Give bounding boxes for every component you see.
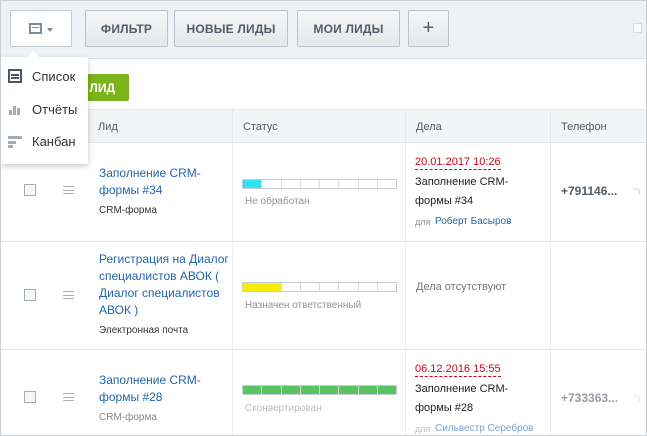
lead-source: CRM-форма (99, 205, 157, 216)
call-icon[interactable] (632, 188, 640, 196)
deal-responsible-link[interactable]: Роберт Басыров (435, 216, 511, 227)
status-segment[interactable] (243, 283, 263, 291)
status-progress-bar[interactable] (242, 385, 397, 395)
menu-item-label: Канбан (32, 134, 76, 149)
row-checkbox[interactable] (24, 289, 36, 301)
deal-for-label: для (415, 217, 431, 227)
lead-source: CRM-форма (99, 412, 157, 423)
drag-handle-icon[interactable] (63, 186, 74, 194)
drag-handle-icon[interactable] (63, 291, 74, 299)
view-mode-menu: Список Отчёты Канбан (1, 51, 88, 164)
row-checkbox[interactable] (24, 391, 36, 403)
status-segment[interactable] (320, 283, 340, 291)
deal-responsible-link[interactable]: Сильвестр Серебров (435, 423, 534, 434)
status-segment[interactable] (262, 283, 282, 291)
status-segment[interactable] (339, 386, 359, 394)
status-segment[interactable] (377, 386, 396, 394)
add-lead-button[interactable]: ЛИД (81, 74, 129, 101)
status-segment[interactable] (282, 283, 301, 291)
status-segment[interactable] (243, 386, 263, 394)
leads-panel: ЛИД Лид Статус Дела Телефон Заполнение C… (1, 58, 646, 435)
status-segment[interactable] (300, 386, 320, 394)
table-row: Заполнение CRM-формы #34 CRM-форма Не об… (1, 144, 646, 242)
list-icon (8, 69, 22, 83)
status-text: Назначен ответственный (245, 300, 362, 311)
phone-number[interactable]: +733363... (561, 391, 618, 405)
deal-title-link[interactable]: Заполнение CRM-формы #28 (415, 380, 525, 418)
status-segment[interactable] (262, 180, 282, 188)
deal-for-label: для (415, 424, 431, 434)
status-segment[interactable] (243, 180, 263, 188)
status-text: Не обработан (245, 196, 310, 207)
table-row: Заполнение CRM-формы #28 CRM-форма Сконв… (1, 350, 646, 435)
menu-item-reports[interactable]: Отчёты (1, 94, 88, 124)
deal-deadline[interactable]: 06.12.2016 15:55 (415, 362, 501, 377)
menu-item-kanban[interactable]: Канбан (1, 126, 88, 156)
status-segment[interactable] (339, 180, 359, 188)
column-phone[interactable]: Телефон (561, 121, 607, 133)
status-segment[interactable] (358, 386, 378, 394)
column-deals[interactable]: Дела (416, 121, 442, 133)
status-segment[interactable] (320, 386, 340, 394)
status-text: Сконвертирован (245, 403, 322, 414)
column-lead[interactable]: Лид (98, 121, 118, 133)
deal-title-link[interactable]: Заполнение CRM-формы #34 (415, 173, 525, 211)
call-icon[interactable] (632, 395, 640, 403)
menu-item-list[interactable]: Список (1, 61, 88, 91)
status-segment[interactable] (320, 180, 340, 188)
add-filter-button[interactable]: + (408, 10, 449, 47)
drag-handle-icon[interactable] (63, 393, 74, 401)
table-header: Лид Статус Дела Телефон (1, 109, 646, 144)
chevron-down-icon (47, 28, 53, 32)
my-leads-button[interactable]: МОИ ЛИДЫ (297, 10, 400, 47)
no-deals-text: Дела отсутствуют (416, 281, 507, 293)
status-segment[interactable] (282, 180, 301, 188)
status-segment[interactable] (281, 386, 301, 394)
row-checkbox[interactable] (24, 184, 36, 196)
status-segment[interactable] (301, 180, 320, 188)
reports-icon (8, 102, 22, 116)
menu-item-label: Список (32, 69, 76, 84)
menu-item-label: Отчёты (32, 102, 78, 117)
status-segment[interactable] (262, 386, 282, 394)
filter-button[interactable]: ФИЛЬТР (85, 10, 168, 47)
lead-title-link[interactable]: Заполнение CRM-формы #28 (99, 372, 229, 406)
column-status[interactable]: Статус (243, 121, 278, 133)
status-segment[interactable] (359, 283, 378, 291)
status-segment[interactable] (301, 283, 320, 291)
crm-leads-window: ФИЛЬТР НОВЫЕ ЛИДЫ МОИ ЛИДЫ + ЛИД Лид Ста… (0, 0, 647, 436)
status-segment[interactable] (378, 283, 396, 291)
status-segment[interactable] (339, 283, 359, 291)
table-row: Регистрация на Диалог специалистов АВОК … (1, 242, 646, 350)
status-segment[interactable] (378, 180, 396, 188)
status-segment[interactable] (359, 180, 378, 188)
phone-number[interactable]: +791146... (561, 184, 617, 198)
lead-source: Электронная почта (99, 325, 189, 336)
status-progress-bar[interactable] (242, 282, 397, 292)
deal-deadline[interactable]: 20.01.2017 10:26 (415, 155, 501, 170)
list-view-icon (29, 23, 42, 34)
status-progress-bar[interactable] (242, 179, 397, 189)
view-mode-button[interactable] (10, 10, 72, 47)
settings-icon[interactable] (633, 23, 642, 33)
kanban-icon (8, 134, 22, 148)
lead-title-link[interactable]: Заполнение CRM-формы #34 (99, 165, 229, 199)
new-leads-button[interactable]: НОВЫЕ ЛИДЫ (174, 10, 288, 47)
lead-title-link[interactable]: Регистрация на Диалог специалистов АВОК … (99, 251, 229, 319)
